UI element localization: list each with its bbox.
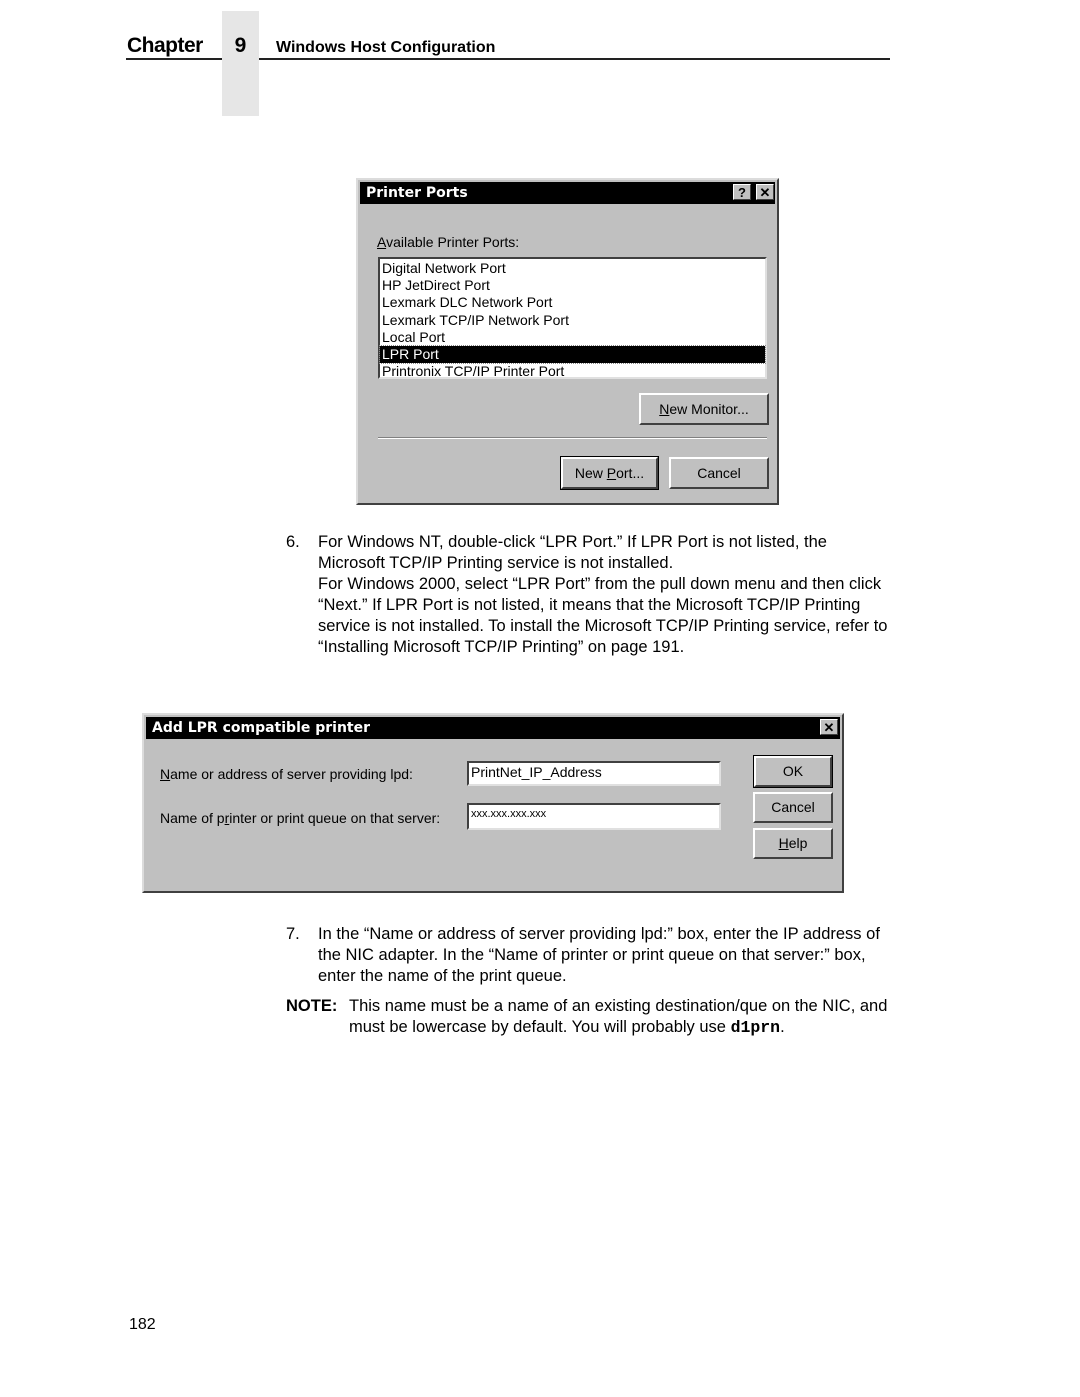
step-6-text-nt: For Windows NT, double-click “LPR Port.”…	[318, 533, 827, 572]
note-label: NOTE:	[286, 997, 338, 1015]
list-item[interactable]: HP JetDirect Port	[380, 277, 765, 294]
printer-ports-list[interactable]: Digital Network Port HP JetDirect Port L…	[378, 257, 767, 379]
help-button[interactable]: Help	[753, 828, 833, 859]
list-item[interactable]: Local Port	[380, 329, 765, 346]
chapter-label: Chapter	[127, 34, 203, 57]
chapter-tab-marker	[222, 11, 259, 116]
add-lpr-printer-dialog: Add LPR compatible printer ✕ Name or add…	[142, 713, 844, 893]
separator	[378, 437, 767, 439]
printer-ports-dialog: Printer Ports ? ✕ Available Printer Port…	[356, 178, 779, 505]
step-number: 6.	[286, 533, 300, 551]
cancel-button[interactable]: Cancel	[669, 457, 769, 489]
new-port-button[interactable]: New Port...	[560, 456, 659, 490]
server-name-input[interactable]: PrintNet_IP_Address	[467, 761, 721, 786]
header-rule-right	[259, 58, 890, 60]
server-name-label: Name or address of server providing lpd:	[160, 766, 413, 782]
header-rule-left	[126, 58, 222, 60]
list-item[interactable]: Lexmark DLC Network Port	[380, 294, 765, 311]
list-item-selected[interactable]: LPR Port	[379, 344, 766, 365]
list-item[interactable]: Printronix TCP/IP Printer Port	[380, 363, 765, 380]
step-number: 7.	[286, 925, 300, 943]
dialog-title: Printer Ports	[366, 185, 468, 201]
list-item[interactable]: Digital Network Port	[380, 260, 765, 277]
list-item[interactable]: Lexmark TCP/IP Network Port	[380, 312, 765, 329]
step-6-text-2000: For Windows 2000, select “LPR Port” from…	[318, 575, 888, 656]
note-text: This name must be a name of an existing …	[349, 997, 888, 1037]
dialog-title-bar: Add LPR compatible printer	[146, 717, 840, 739]
close-icon[interactable]: ✕	[820, 719, 838, 735]
page-number: 182	[129, 1316, 156, 1333]
new-monitor-button[interactable]: New Monitor...	[639, 393, 769, 425]
chapter-title: Windows Host Configuration	[276, 39, 496, 56]
available-ports-label: Available Printer Ports:	[377, 234, 520, 250]
close-icon[interactable]: ✕	[756, 184, 774, 200]
queue-name-code: d1prn	[730, 1018, 781, 1037]
cancel-button[interactable]: Cancel	[753, 792, 833, 823]
queue-name-input[interactable]: xxx.xxx.xxx.xxx	[467, 803, 721, 830]
dialog-title-bar: Printer Ports	[360, 182, 775, 204]
step-7-text: In the “Name or address of server provid…	[318, 925, 880, 985]
dialog-title: Add LPR compatible printer	[152, 720, 371, 736]
ok-button[interactable]: OK	[753, 755, 833, 788]
chapter-number: 9	[234, 34, 247, 57]
help-icon[interactable]: ?	[733, 184, 751, 200]
queue-name-label: Name of printer or print queue on that s…	[160, 810, 441, 826]
